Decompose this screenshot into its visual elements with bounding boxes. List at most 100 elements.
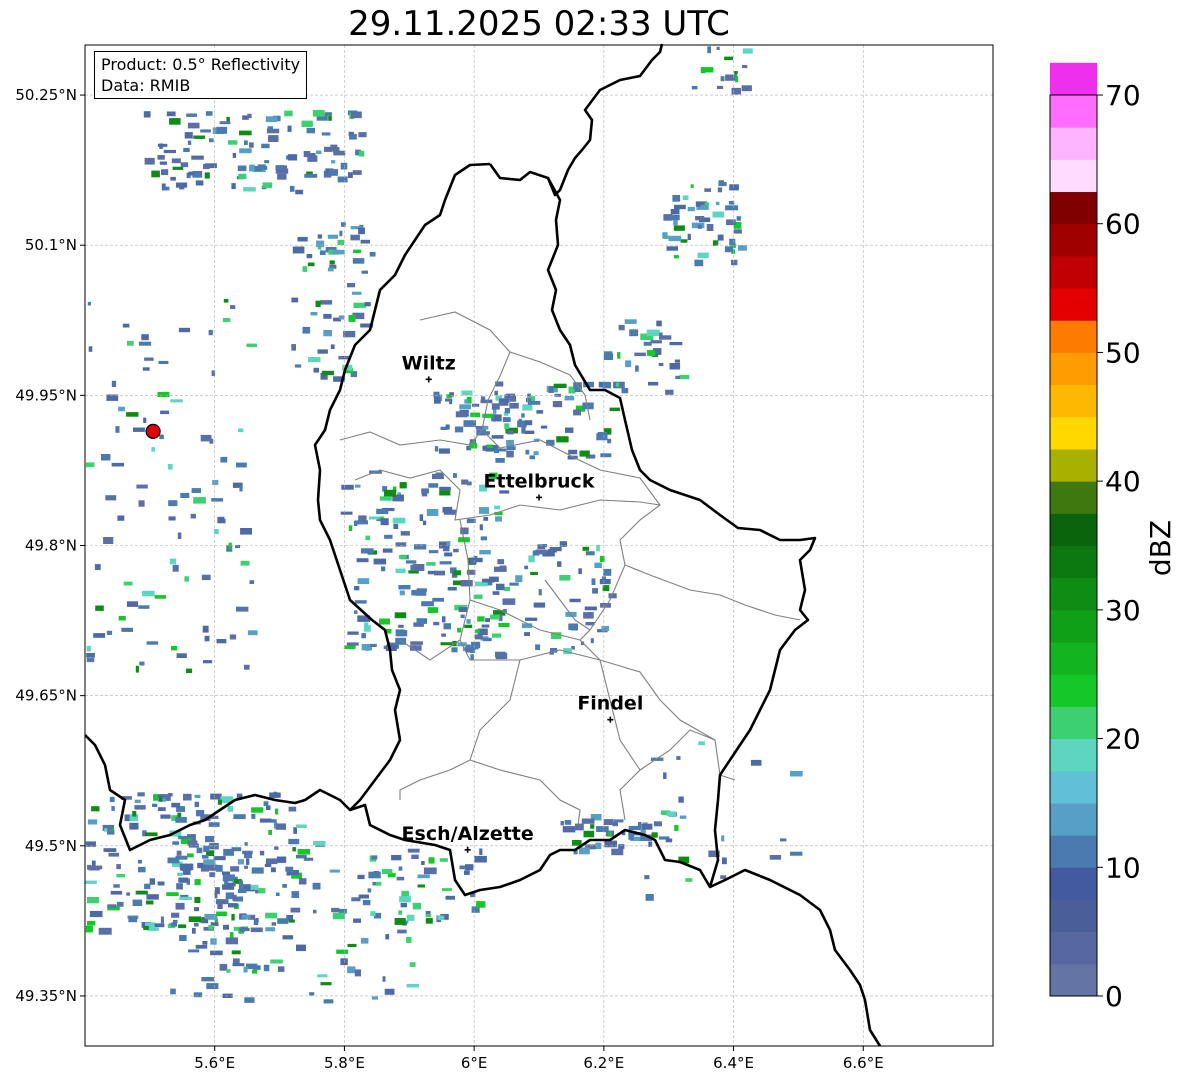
echo-pixel bbox=[717, 187, 723, 193]
echo-pixel bbox=[338, 355, 350, 360]
echo-pixel bbox=[321, 370, 334, 376]
echo-pixel bbox=[492, 591, 500, 595]
echo-pixel bbox=[215, 864, 223, 872]
echo-pixel bbox=[159, 434, 164, 440]
echo-pixel bbox=[146, 641, 159, 645]
echo-pixel bbox=[201, 977, 215, 982]
echo-pixel bbox=[276, 856, 287, 863]
echo-pixel bbox=[180, 162, 189, 168]
echo-pixel bbox=[400, 902, 407, 908]
echo-pixel bbox=[211, 498, 223, 502]
echo-pixel bbox=[223, 298, 229, 303]
echo-pixel bbox=[360, 937, 369, 944]
echo-pixel bbox=[594, 562, 602, 568]
echo-pixel bbox=[236, 462, 247, 468]
echo-pixel bbox=[227, 805, 233, 812]
echo-pixel bbox=[158, 360, 169, 364]
echo-pixel bbox=[306, 127, 315, 134]
echo-pixel bbox=[144, 883, 151, 890]
echo-pixel bbox=[109, 796, 115, 803]
echo-pixel bbox=[540, 425, 548, 429]
echo-pixel bbox=[238, 889, 247, 894]
echo-pixel bbox=[455, 411, 468, 418]
echo-pixel bbox=[187, 840, 198, 846]
echo-pixel bbox=[369, 252, 376, 257]
echo-pixel bbox=[308, 357, 321, 363]
echo-pixel bbox=[674, 204, 686, 210]
echo-pixel bbox=[244, 997, 255, 1003]
echo-pixel bbox=[171, 158, 181, 164]
echo-pixel bbox=[175, 902, 185, 910]
echo-pixel bbox=[687, 206, 695, 212]
echo-pixel bbox=[330, 344, 335, 349]
echo-pixel bbox=[351, 291, 362, 295]
echo-pixel bbox=[521, 413, 525, 418]
echo-pixel bbox=[443, 623, 451, 630]
echo-pixel bbox=[289, 185, 295, 192]
echo-pixel bbox=[354, 586, 360, 591]
echo-pixel bbox=[107, 904, 117, 908]
echo-pixel bbox=[716, 46, 720, 50]
echo-pixel bbox=[498, 622, 510, 628]
echo-pixel bbox=[568, 449, 578, 455]
echo-pixel bbox=[268, 135, 279, 142]
echo-pixel bbox=[398, 910, 403, 915]
echo-pixel bbox=[668, 235, 682, 242]
echo-pixel bbox=[225, 937, 239, 945]
echo-pixel bbox=[332, 912, 345, 920]
echo-pixel bbox=[188, 916, 202, 922]
echo-pixel bbox=[682, 195, 689, 200]
echo-pixel bbox=[303, 151, 311, 158]
echo-pixel bbox=[226, 969, 231, 973]
echo-pixel bbox=[208, 822, 220, 827]
echo-pixel bbox=[464, 870, 470, 875]
echo-pixel bbox=[396, 876, 405, 881]
echo-pixel bbox=[474, 855, 487, 863]
echo-pixel bbox=[696, 201, 701, 207]
echo-pixel bbox=[98, 927, 112, 935]
echo-pixel bbox=[151, 170, 160, 178]
echo-pixel bbox=[171, 802, 181, 808]
echo-pixel bbox=[406, 936, 412, 943]
echo-pixel bbox=[459, 404, 471, 410]
echo-pixel bbox=[733, 229, 742, 234]
echo-pixel bbox=[379, 618, 390, 625]
echo-pixel bbox=[504, 408, 511, 414]
echo-pixel bbox=[90, 865, 103, 870]
echo-pixel bbox=[407, 848, 420, 853]
echo-pixel bbox=[560, 821, 564, 826]
echo-pixel bbox=[87, 819, 98, 825]
echo-pixel bbox=[350, 111, 362, 119]
echo-pixel bbox=[249, 164, 255, 172]
echo-pixel bbox=[720, 76, 725, 82]
data-source-label: Data: RMIB bbox=[101, 76, 191, 95]
radar-map[interactable]: Wiltz Ettelbruck Findel Esch/Alzette 5.6°E 5… bbox=[0, 0, 1184, 1081]
echo-pixel bbox=[393, 523, 399, 529]
echo-pixel bbox=[724, 246, 734, 253]
echo-pixel bbox=[399, 896, 411, 903]
echo-pixel bbox=[243, 966, 248, 973]
echo-pixel bbox=[176, 653, 187, 658]
echo-pixel bbox=[265, 927, 276, 932]
echo-pixel bbox=[216, 911, 227, 917]
echo-pixel bbox=[244, 842, 248, 846]
echo-pixel bbox=[607, 438, 612, 444]
echo-pixel bbox=[425, 910, 431, 914]
echo-pixel bbox=[494, 566, 507, 572]
lat-tick-label: 49.35°N bbox=[15, 987, 77, 1005]
echo-pixel bbox=[583, 830, 595, 838]
echo-pixel bbox=[357, 578, 370, 585]
echo-pixel bbox=[432, 473, 444, 480]
echo-pixel bbox=[536, 410, 544, 414]
echo-pixel bbox=[136, 484, 148, 489]
echo-pixel bbox=[447, 586, 457, 591]
echo-pixel bbox=[203, 660, 213, 664]
echo-pixel bbox=[493, 414, 502, 422]
echo-pixel bbox=[530, 400, 541, 405]
echo-pixel bbox=[304, 173, 318, 178]
echo-pixel bbox=[249, 142, 254, 148]
echo-pixel bbox=[253, 918, 259, 925]
echo-pixel bbox=[338, 315, 345, 320]
echo-pixel bbox=[291, 297, 299, 303]
echo-pixel bbox=[143, 111, 151, 118]
